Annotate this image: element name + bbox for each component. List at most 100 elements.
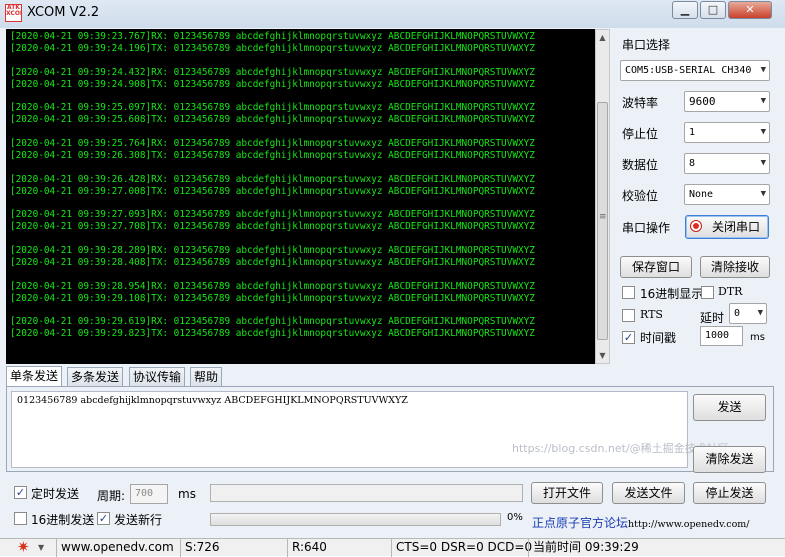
- status-time: 当前时间 09:39:29: [528, 539, 668, 557]
- send-button[interactable]: 发送: [693, 394, 766, 421]
- terminal-line: [2020-04-21 09:39:25.097]RX: 0123456789 …: [10, 102, 535, 114]
- file-path-field[interactable]: [210, 484, 523, 502]
- stop-send-button[interactable]: 停止发送: [693, 482, 766, 504]
- baud-select[interactable]: 9600 ▼: [684, 91, 770, 112]
- port-select[interactable]: COM5:USB-SERIAL CH340 ▼: [620, 60, 770, 81]
- chevron-down-icon[interactable]: ▼: [38, 539, 44, 556]
- clear-send-button[interactable]: 清除发送: [693, 446, 766, 473]
- tab-help[interactable]: 帮助: [190, 367, 223, 386]
- timestamp-unit-label: ms: [750, 332, 765, 343]
- period-unit-label: ms: [178, 487, 196, 501]
- stopbits-select[interactable]: 1 ▼: [684, 122, 770, 143]
- dtr-checkbox[interactable]: [701, 286, 714, 299]
- forum-link-text: 正点原子官方论坛: [532, 516, 629, 530]
- send-textarea[interactable]: 0123456789 abcdefghijklmnopqrstuvwxyz AB…: [11, 391, 688, 468]
- baud-label: 波特率: [622, 96, 659, 110]
- status-sent-count: S:726: [180, 539, 287, 557]
- databits-select-value: 8: [689, 158, 696, 169]
- terminal-line: [2020-04-21 09:39:27.708]TX: 0123456789 …: [10, 221, 535, 233]
- status-received-count: R:640: [287, 539, 391, 557]
- tab-protocol[interactable]: 协议传输: [129, 367, 186, 386]
- progress-percent: 0%: [507, 512, 523, 523]
- chevron-down-icon: ▼: [760, 96, 766, 106]
- rts-checkbox[interactable]: [622, 309, 635, 322]
- clear-receive-button[interactable]: 清除接收: [700, 256, 770, 278]
- send-progress-bar: [210, 513, 501, 526]
- baud-select-value: 9600: [689, 95, 716, 108]
- close-port-label: 关闭串口: [711, 220, 760, 234]
- dtr-label: DTR: [718, 285, 743, 298]
- port-select-label: 串口选择: [622, 38, 671, 52]
- databits-select[interactable]: 8 ▼: [684, 153, 770, 174]
- parity-label: 校验位: [622, 189, 659, 203]
- rts-label: RTS: [640, 308, 663, 321]
- app-logo-icon: ATK XCOM: [5, 4, 22, 22]
- terminal-line: [2020-04-21 09:39:26.428]RX: 0123456789 …: [10, 173, 535, 185]
- terminal-line: [2020-04-21 09:39:25.764]RX: 0123456789 …: [10, 138, 535, 150]
- forum-url: http://www.openedv.com/: [628, 519, 750, 530]
- open-file-button[interactable]: 打开文件: [531, 482, 603, 504]
- gear-icon[interactable]: ✷: [17, 539, 30, 556]
- terminal-line: [2020-04-21 09:39:29.823]TX: 0123456789 …: [10, 328, 535, 340]
- newline-send-checkbox[interactable]: ✓: [97, 512, 110, 525]
- scroll-grip-icon: ≡: [599, 212, 607, 222]
- forum-link[interactable]: 正点原子官方论坛http://www.openedv.com/: [532, 514, 750, 531]
- timestamp-label: 时间戳: [640, 331, 677, 345]
- save-window-button[interactable]: 保存窗口: [620, 256, 692, 278]
- maximize-button[interactable]: □: [700, 1, 726, 19]
- terminal-line: [2020-04-21 09:39:28.408]TX: 0123456789 …: [10, 256, 535, 268]
- port-operation-label: 串口操作: [622, 221, 671, 235]
- hex-display-checkbox[interactable]: [622, 286, 635, 299]
- tab-single-send[interactable]: 单条发送: [6, 366, 63, 386]
- send-file-button[interactable]: 发送文件: [612, 482, 685, 504]
- tab-multi-send[interactable]: 多条发送: [67, 367, 124, 386]
- parity-select-value: None: [689, 189, 714, 200]
- send-tabs: 单条发送 多条发送 协议传输 帮助: [6, 366, 774, 386]
- status-url[interactable]: www.openedv.com: [56, 539, 180, 557]
- stopbits-label: 停止位: [622, 127, 659, 141]
- close-button[interactable]: ✕: [728, 1, 772, 19]
- hex-send-checkbox[interactable]: [14, 512, 27, 525]
- timed-send-checkbox[interactable]: ✓: [14, 486, 27, 499]
- delay-select[interactable]: 0 ▼: [729, 303, 767, 324]
- terminal-line: [2020-04-21 09:39:24.196]TX: 0123456789 …: [10, 42, 535, 54]
- delay-label: 延时: [700, 311, 725, 325]
- chevron-down-icon: ▼: [760, 189, 766, 199]
- hex-display-label: 16进制显示: [640, 287, 704, 301]
- scroll-down-icon[interactable]: ▼: [596, 348, 609, 363]
- timestamp-interval-input[interactable]: 1000: [700, 326, 743, 346]
- minimize-button[interactable]: ▁: [672, 1, 698, 19]
- terminal-line: [2020-04-21 09:39:28.289]RX: 0123456789 …: [10, 245, 535, 257]
- terminal-scrollbar[interactable]: ▲ ≡ ▼: [595, 29, 610, 364]
- hex-send-label: 16进制发送: [31, 513, 95, 527]
- terminal-line: [2020-04-21 09:39:24.908]TX: 0123456789 …: [10, 78, 535, 90]
- timed-send-label: 定时发送: [31, 487, 80, 501]
- newline-send-label: 发送新行: [114, 513, 163, 527]
- scroll-thumb[interactable]: ≡: [597, 102, 608, 340]
- period-label: 周期:: [97, 489, 126, 503]
- chevron-down-icon: ▼: [760, 127, 766, 137]
- record-icon: [691, 221, 701, 231]
- terminal-line: [2020-04-21 09:39:28.954]RX: 0123456789 …: [10, 280, 535, 292]
- status-lines: CTS=0 DSR=0 DCD=0: [391, 539, 532, 557]
- receive-terminal[interactable]: [2020-04-21 09:39:23.767]RX: 0123456789 …: [6, 29, 595, 364]
- window-title: XCOM V2.2: [27, 5, 100, 20]
- terminal-line: [2020-04-21 09:39:23.767]RX: 0123456789 …: [10, 31, 535, 42]
- close-port-button[interactable]: 关闭串口: [685, 215, 769, 239]
- chevron-down-icon: ▼: [757, 308, 763, 318]
- scroll-up-icon[interactable]: ▲: [596, 30, 609, 45]
- timestamp-checkbox[interactable]: ✓: [622, 331, 635, 344]
- period-input[interactable]: 700: [130, 484, 168, 504]
- chevron-down-icon: ▼: [760, 65, 766, 75]
- parity-select[interactable]: None ▼: [684, 184, 770, 205]
- databits-label: 数据位: [622, 158, 659, 172]
- delay-select-value: 0: [734, 308, 741, 319]
